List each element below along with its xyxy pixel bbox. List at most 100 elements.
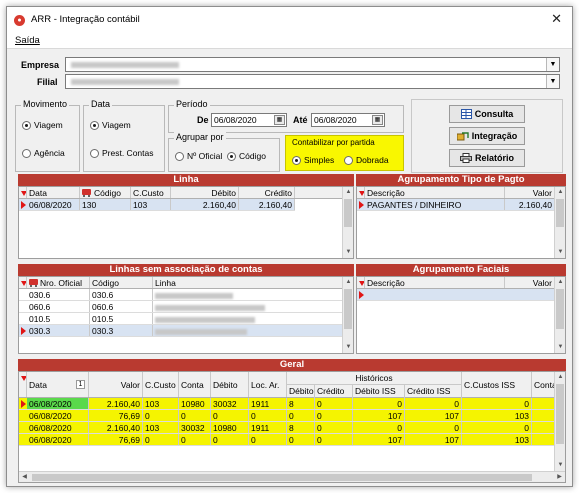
col-debito-iss[interactable]: Débito ISS (353, 385, 405, 398)
col-credito-iss[interactable]: Crédito ISS (405, 385, 462, 398)
cell-redacted (153, 325, 343, 336)
scroll-thumb[interactable] (344, 199, 352, 227)
col-valor[interactable]: Valor (89, 372, 143, 397)
table-row[interactable]: 06/08/2020 2.160,40 103 30032 10980 1911… (19, 422, 555, 434)
linha-vscroll[interactable]: ▲ ▼ (342, 187, 353, 258)
cell: 0 (249, 434, 287, 445)
radio-movimento-viagem[interactable]: Viagem (22, 120, 63, 130)
date-to-input[interactable]: 06/08/2020 ▦ (311, 113, 385, 127)
consulta-button[interactable]: Consulta (449, 105, 525, 123)
table-row[interactable]: 06/08/2020 76,69 0 0 0 0 0 0 107 107 103 (19, 434, 555, 446)
scroll-down-icon[interactable]: ▼ (555, 247, 565, 258)
col-descricao[interactable]: Descrição (365, 277, 505, 288)
date-from-input[interactable]: 06/08/2020 ▦ (211, 113, 287, 127)
col-valor[interactable]: Valor (505, 277, 555, 288)
calendar-icon[interactable]: ▦ (274, 115, 285, 125)
scroll-down-icon[interactable]: ▼ (343, 247, 353, 258)
col-credito[interactable]: Crédito (239, 187, 295, 198)
agrup-faciais-header: Agrupamento Faciais (356, 264, 566, 276)
col-ccusto[interactable]: C.Custo (143, 372, 179, 397)
col-conta-2[interactable]: Conta (532, 372, 555, 397)
scroll-thumb[interactable] (32, 474, 532, 481)
col-debito[interactable]: Débito (171, 187, 239, 198)
scroll-up-icon[interactable]: ▲ (555, 372, 565, 383)
menu-saida[interactable]: Saída (15, 35, 40, 46)
calendar-icon[interactable]: ▦ (372, 115, 383, 125)
filial-select[interactable]: ▼ (65, 74, 560, 89)
empresa-label: Empresa (21, 60, 60, 70)
scroll-up-icon[interactable]: ▲ (343, 277, 353, 288)
table-row[interactable]: 06/08/2020 130 103 2.160,40 2.160,40 (19, 199, 295, 211)
integracao-button[interactable]: Integração (449, 127, 525, 145)
radio-agrupar-codigo[interactable]: Código (227, 151, 266, 161)
empresa-select[interactable]: ▼ (65, 57, 560, 72)
geral-grid[interactable]: Data 1 Valor C.Custo Conta Débito Loc. A… (18, 371, 566, 483)
scroll-down-icon[interactable]: ▼ (555, 460, 565, 471)
app-logo-icon: ● (14, 15, 25, 26)
col-data[interactable]: Data 1 (27, 372, 89, 397)
cell: 103 (462, 434, 532, 445)
scroll-thumb[interactable] (344, 289, 352, 329)
table-row[interactable] (357, 289, 555, 301)
agrup-tipo-grid[interactable]: Descrição Valor PAGANTES / DINHEIRO 2.16… (356, 186, 566, 259)
row-pointer-icon (19, 199, 27, 210)
table-row[interactable]: 010.5 010.5 (19, 313, 343, 325)
table-row[interactable]: PAGANTES / DINHEIRO 2.160,40 (357, 199, 555, 211)
col-data[interactable]: Data (27, 187, 80, 198)
cell: 06/08/2020 (27, 434, 89, 445)
col-linha[interactable]: Linha (153, 277, 343, 288)
agrup-faciais-vscroll[interactable]: ▲ ▼ (554, 277, 565, 353)
cell: 0 (249, 410, 287, 421)
chevron-down-icon[interactable]: ▼ (546, 75, 559, 88)
consulta-label: Consulta (474, 109, 514, 119)
radio-partida-simples[interactable]: Simples (292, 155, 334, 165)
close-icon[interactable]: ✕ (551, 11, 562, 27)
agrup-faciais-grid[interactable]: Descrição Valor ▲ ▼ (356, 276, 566, 354)
col-ccustos-iss[interactable]: C.Custos ISS (462, 372, 532, 397)
col-valor[interactable]: Valor (505, 187, 555, 198)
scroll-up-icon[interactable]: ▲ (555, 277, 565, 288)
col-conta[interactable]: Conta (179, 372, 211, 397)
col-descricao[interactable]: Descrição (365, 187, 505, 198)
scroll-thumb[interactable] (556, 384, 564, 444)
linhas-sem-vscroll[interactable]: ▲ ▼ (342, 277, 353, 353)
scroll-up-icon[interactable]: ▲ (555, 187, 565, 198)
scroll-right-icon[interactable]: ▶ (554, 472, 565, 482)
col-hist-debito[interactable]: Débito (287, 385, 315, 398)
chevron-down-icon[interactable]: ▼ (546, 58, 559, 71)
filial-value-redacted (71, 79, 179, 85)
col-codigo[interactable]: Código (90, 277, 153, 288)
radio-label: Código (239, 151, 266, 161)
cell: 103 (131, 199, 171, 210)
radio-partida-dobrada[interactable]: Dobrada (344, 155, 389, 165)
relatorio-button[interactable]: Relatório (449, 149, 525, 167)
table-row[interactable]: 06/08/2020 76,69 0 0 0 0 0 0 107 107 103 (19, 410, 555, 422)
table-row[interactable]: 060.6 060.6 (19, 301, 343, 313)
col-ccusto[interactable]: C.Custo (131, 187, 171, 198)
scroll-down-icon[interactable]: ▼ (343, 342, 353, 353)
radio-agrupar-oficial[interactable]: Nº Oficial (175, 151, 222, 161)
radio-data-viagem[interactable]: Viagem (90, 120, 131, 130)
geral-hscroll[interactable]: ◀ ▶ (19, 471, 565, 482)
radio-data-prest-contas[interactable]: Prest. Contas (90, 148, 154, 158)
agrup-tipo-vscroll[interactable]: ▲ ▼ (554, 187, 565, 258)
scroll-down-icon[interactable]: ▼ (555, 342, 565, 353)
linhas-sem-grid[interactable]: Nro. Oficial Código Linha 030.6 030.6 06… (18, 276, 354, 354)
scroll-thumb[interactable] (556, 289, 564, 329)
date-from-value: 06/08/2020 (214, 115, 257, 125)
col-hist-credito[interactable]: Crédito (315, 385, 353, 398)
table-row[interactable]: 030.3 030.3 (19, 325, 343, 337)
radio-movimento-agencia[interactable]: Agência (22, 148, 65, 158)
col-loc-ar[interactable]: Loc. Ar. (249, 372, 287, 397)
scroll-left-icon[interactable]: ◀ (19, 472, 30, 482)
empresa-value-redacted (71, 62, 179, 68)
table-row[interactable]: 030.6 030.6 (19, 289, 343, 301)
col-debito[interactable]: Débito (211, 372, 249, 397)
scroll-thumb[interactable] (556, 199, 564, 227)
col-nro-oficial[interactable]: Nro. Oficial (27, 277, 90, 288)
scroll-up-icon[interactable]: ▲ (343, 187, 353, 198)
col-codigo[interactable]: Código (80, 187, 131, 198)
linha-grid[interactable]: Data Código C.Custo Débito Crédito 06/08… (18, 186, 354, 259)
geral-vscroll[interactable]: ▲ ▼ (554, 372, 565, 471)
table-row[interactable]: 06/08/2020 2.160,40 103 10980 30032 1911… (19, 398, 555, 410)
